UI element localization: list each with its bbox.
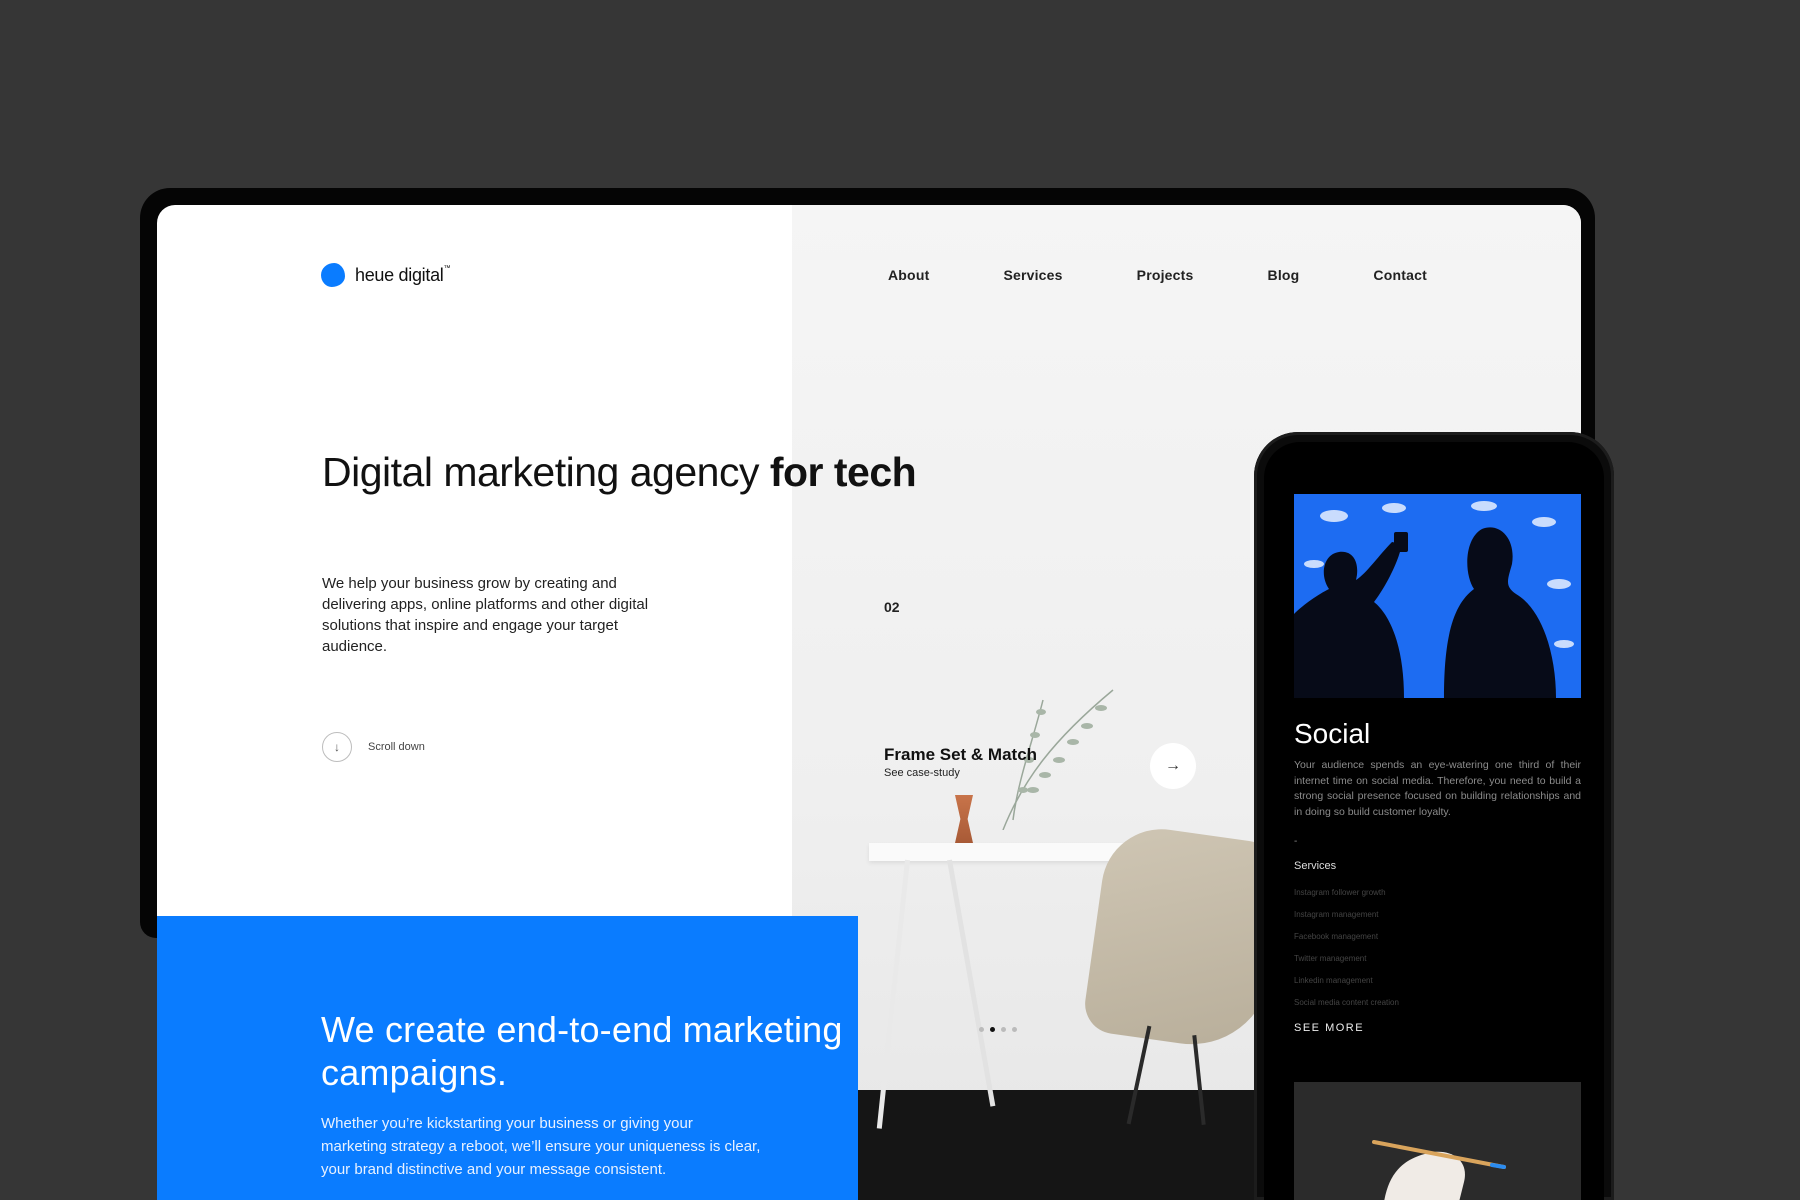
hand-pencil-photo <box>1294 1082 1581 1200</box>
slider-dot[interactable] <box>1001 1027 1006 1032</box>
campaign-text: Whether you’re kickstarting your busines… <box>321 1115 761 1178</box>
next-slide-button[interactable]: → <box>1150 743 1196 789</box>
phone-services-label: Services <box>1294 860 1337 872</box>
silhouette-illustration <box>1294 494 1581 698</box>
arrow-right-icon: → <box>1165 757 1181 774</box>
slider-dot-active[interactable] <box>990 1027 995 1032</box>
slider-dot[interactable] <box>1012 1027 1017 1032</box>
logo-icon <box>321 263 345 287</box>
hero-title-plain: Digital marketing agency <box>322 449 770 495</box>
nav-contact[interactable]: Contact <box>1373 267 1427 283</box>
nav-services[interactable]: Services <box>1003 267 1062 283</box>
phone-heading: Social <box>1294 718 1371 749</box>
slide-number: 02 <box>884 599 900 615</box>
slider-dot[interactable] <box>979 1027 984 1032</box>
phone-divider: - <box>1294 836 1298 847</box>
phone-services-list: Instagram follower growth Instagram mana… <box>1294 882 1399 1014</box>
list-item: Twitter management <box>1294 954 1367 963</box>
slider-dots <box>979 1027 1017 1032</box>
hero-title-bold: for tech <box>769 449 917 495</box>
nav-about[interactable]: About <box>888 267 929 283</box>
list-item: Instagram management <box>1294 910 1379 919</box>
campaign-section: We create end-to-end marketing campaigns… <box>157 916 858 1200</box>
list-item: Facebook management <box>1294 932 1379 941</box>
see-more-link[interactable]: SEE MORE <box>1294 1022 1364 1034</box>
phone-screen: Social Your audience spends an eye-water… <box>1264 442 1604 1200</box>
logo[interactable]: heue digital™ <box>321 263 450 287</box>
hero-title: Digital marketing agency for tech <box>322 449 917 496</box>
arrow-down-icon: ↓ <box>322 732 352 762</box>
case-study-title[interactable]: Frame Set & Match <box>884 745 1037 765</box>
hand-illustration <box>1294 1082 1581 1200</box>
case-study-link[interactable]: See case-study <box>884 767 960 779</box>
list-item: Linkedin management <box>1294 976 1373 985</box>
hero-subtitle: We help your business grow by creating a… <box>322 575 649 655</box>
phone-description: Your audience spends an eye-watering one… <box>1294 759 1581 818</box>
main-nav: About Services Projects Blog Contact <box>888 267 1501 283</box>
nav-blog[interactable]: Blog <box>1268 267 1300 283</box>
social-photo <box>1294 494 1581 698</box>
nav-projects[interactable]: Projects <box>1137 267 1194 283</box>
phone-frame: Social Your audience spends an eye-water… <box>1254 432 1614 1200</box>
logo-text: heue digital™ <box>355 264 451 285</box>
trademark-mark: ™ <box>443 264 451 272</box>
scroll-down-button[interactable]: ↓ Scroll down <box>322 732 425 762</box>
list-item: Instagram follower growth <box>1294 888 1386 897</box>
campaign-title: We create end-to-end marketing campaigns… <box>321 1009 843 1093</box>
list-item: Social media content creation <box>1294 998 1399 1007</box>
scroll-down-label: Scroll down <box>368 741 425 753</box>
